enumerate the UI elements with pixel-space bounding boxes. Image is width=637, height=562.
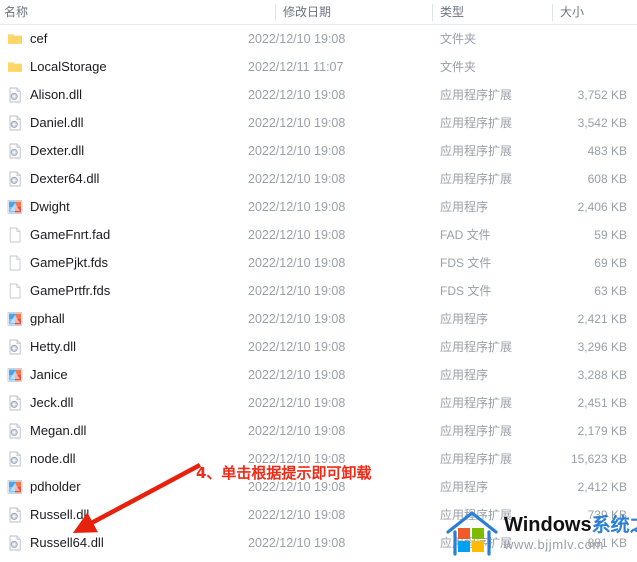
file-size: 608 KB: [587, 172, 627, 186]
file-size: 3,542 KB: [577, 116, 627, 130]
file-row[interactable]: cef 2022/12/10 19:08 文件夹: [0, 25, 637, 53]
file-type: 应用程序: [440, 312, 489, 326]
file-name: Janice: [30, 367, 68, 382]
file-row[interactable]: Janice 2022/12/10 19:08 应用程序 3,288 KB: [0, 361, 637, 389]
file-size: 63 KB: [594, 284, 627, 298]
file-size: 2,421 KB: [577, 312, 627, 326]
file-name: Dwight: [30, 199, 70, 214]
file-type: 应用程序扩展: [440, 424, 513, 438]
file-type: 应用程序扩展: [440, 340, 513, 354]
windows-house-logo-icon: [444, 508, 500, 558]
file-name: Dexter.dll: [30, 143, 85, 158]
file-date-modified: 2022/12/10 19:08: [248, 536, 346, 550]
file-row[interactable]: Dexter64.dll 2022/12/10 19:08 应用程序扩展 608 KB: [0, 165, 637, 193]
file-row[interactable]: Hetty.dll 2022/12/10 19:08 应用程序扩展 3,296 KB: [0, 333, 637, 361]
file-name: Russell.dll: [30, 507, 90, 522]
file-date-modified: 2022/12/10 19:08: [248, 312, 346, 326]
file-type: 应用程序扩展: [440, 172, 513, 186]
file-name: Alison.dll: [30, 87, 83, 102]
file-row[interactable]: LocalStorage 2022/12/11 11:07 文件夹: [0, 53, 637, 81]
file-name: GamePjkt.fds: [30, 255, 109, 270]
file-type: 应用程序扩展: [440, 396, 513, 410]
file-size: 2,412 KB: [577, 480, 627, 494]
column-header-size[interactable]: 大小: [552, 0, 637, 25]
file-type: 文件夹: [440, 32, 477, 46]
file-row[interactable]: Alison.dll 2022/12/10 19:08 应用程序扩展 3,752 KB: [0, 81, 637, 109]
file-type: 应用程序: [440, 480, 489, 494]
file-row[interactable]: Daniel.dll 2022/12/10 19:08 应用程序扩展 3,542 KB: [0, 109, 637, 137]
file-date-modified: 2022/12/10 19:08: [248, 116, 346, 130]
file-size: 483 KB: [587, 144, 627, 158]
watermark-text-block: Windows系统之家 www.bjjmlv.com: [504, 515, 637, 551]
file-size: 3,296 KB: [577, 340, 627, 354]
file-type: 文件夹: [440, 60, 477, 74]
file-row[interactable]: Megan.dll 2022/12/10 19:08 应用程序扩展 2,179 KB: [0, 417, 637, 445]
file-explorer-list-view: 名称 修改日期 类型 大小 cef 2022/12/10 19:08 文件夹 Loca…: [0, 0, 637, 562]
watermark-url: www.bjjmlv.com: [504, 537, 604, 552]
annotation-text: 4、单击根据提示即可卸载: [196, 464, 372, 482]
file-row[interactable]: gphall 2022/12/10 19:08 应用程序 2,421 KB: [0, 305, 637, 333]
file-date-modified: 2022/12/10 19:08: [248, 200, 346, 214]
column-header-date-modified[interactable]: 修改日期: [275, 0, 432, 25]
file-date-modified: 2022/12/10 19:08: [248, 256, 346, 270]
file-size: [540, 25, 630, 53]
column-header-row: 名称 修改日期 类型 大小: [0, 0, 637, 25]
file-name: GamePrtfr.fds: [30, 283, 111, 298]
file-date-modified: 2022/12/10 19:08: [248, 88, 346, 102]
file-type: FDS 文件: [440, 256, 492, 270]
file-size: 3,288 KB: [577, 368, 627, 382]
file-type: FDS 文件: [440, 284, 492, 298]
file-type: 应用程序扩展: [440, 144, 513, 158]
file-date-modified: 2022/12/10 19:08: [248, 368, 346, 382]
watermark-brand: Windows系统之家: [504, 515, 637, 535]
watermark-brand-en: Windows: [504, 514, 592, 536]
file-size: 2,406 KB: [577, 200, 627, 214]
file-type: 应用程序扩展: [440, 116, 513, 130]
watermark: Windows系统之家 www.bjjmlv.com: [440, 504, 637, 562]
file-name: LocalStorage: [30, 59, 107, 74]
file-type: 应用程序: [440, 368, 489, 382]
file-date-modified: 2022/12/10 19:08: [248, 508, 346, 522]
file-date-modified: 2022/12/10 19:08: [248, 284, 346, 298]
file-name: Dexter64.dll: [30, 171, 100, 186]
file-row[interactable]: GamePjkt.fds 2022/12/10 19:08 FDS 文件 69 KB: [0, 249, 637, 277]
file-name: cef: [30, 31, 48, 46]
file-type: 应用程序扩展: [440, 88, 513, 102]
file-size: 69 KB: [594, 256, 627, 270]
file-size: 2,179 KB: [577, 424, 627, 438]
column-header-name[interactable]: 名称: [0, 0, 275, 25]
file-type: FAD 文件: [440, 228, 491, 242]
file-name: Megan.dll: [30, 423, 87, 438]
column-header-type[interactable]: 类型: [432, 0, 552, 25]
file-date-modified: 2022/12/10 19:08: [248, 424, 346, 438]
file-date-modified: 2022/12/10 19:08: [248, 144, 346, 158]
file-name: gphall: [30, 311, 65, 326]
file-size: 59 KB: [594, 228, 627, 242]
file-size: 2,451 KB: [577, 396, 627, 410]
file-name: Jeck.dll: [30, 395, 74, 410]
file-date-modified: 2022/12/11 11:07: [248, 60, 344, 74]
file-type: 应用程序扩展: [440, 452, 513, 466]
watermark-brand-cn: 系统之家: [591, 515, 637, 536]
file-row[interactable]: GamePrtfr.fds 2022/12/10 19:08 FDS 文件 63 KB: [0, 277, 637, 305]
file-row[interactable]: GameFnrt.fad 2022/12/10 19:08 FAD 文件 59 KB: [0, 221, 637, 249]
file-name: Daniel.dll: [30, 115, 84, 130]
file-name: Serene.dll: [0, 557, 275, 562]
file-date-modified: 2022/12/10 19:08: [248, 340, 346, 354]
file-date-modified: 2022/12/10 19:08: [248, 396, 346, 410]
file-size: [540, 53, 630, 81]
file-date-modified: 2022/12/10 19:08: [248, 557, 428, 562]
file-name: GameFnrt.fad: [30, 227, 111, 242]
file-type: 应用程序: [440, 200, 489, 214]
file-date-modified: 2022/12/10 19:08: [248, 228, 346, 242]
file-row[interactable]: Jeck.dll 2022/12/10 19:08 应用程序扩展 2,451 KB: [0, 389, 637, 417]
file-row[interactable]: Dwight 2022/12/10 19:08 应用程序 2,406 KB: [0, 193, 637, 221]
file-name: Russell64.dll: [30, 535, 104, 550]
file-row[interactable]: Dexter.dll 2022/12/10 19:08 应用程序扩展 483 KB: [0, 137, 637, 165]
file-size: 15,623 KB: [570, 452, 627, 466]
file-date-modified: 2022/12/10 19:08: [248, 172, 346, 186]
file-date-modified: 2022/12/10 19:08: [248, 32, 346, 46]
file-name: Hetty.dll: [30, 339, 76, 354]
file-size: 3,752 KB: [577, 88, 627, 102]
